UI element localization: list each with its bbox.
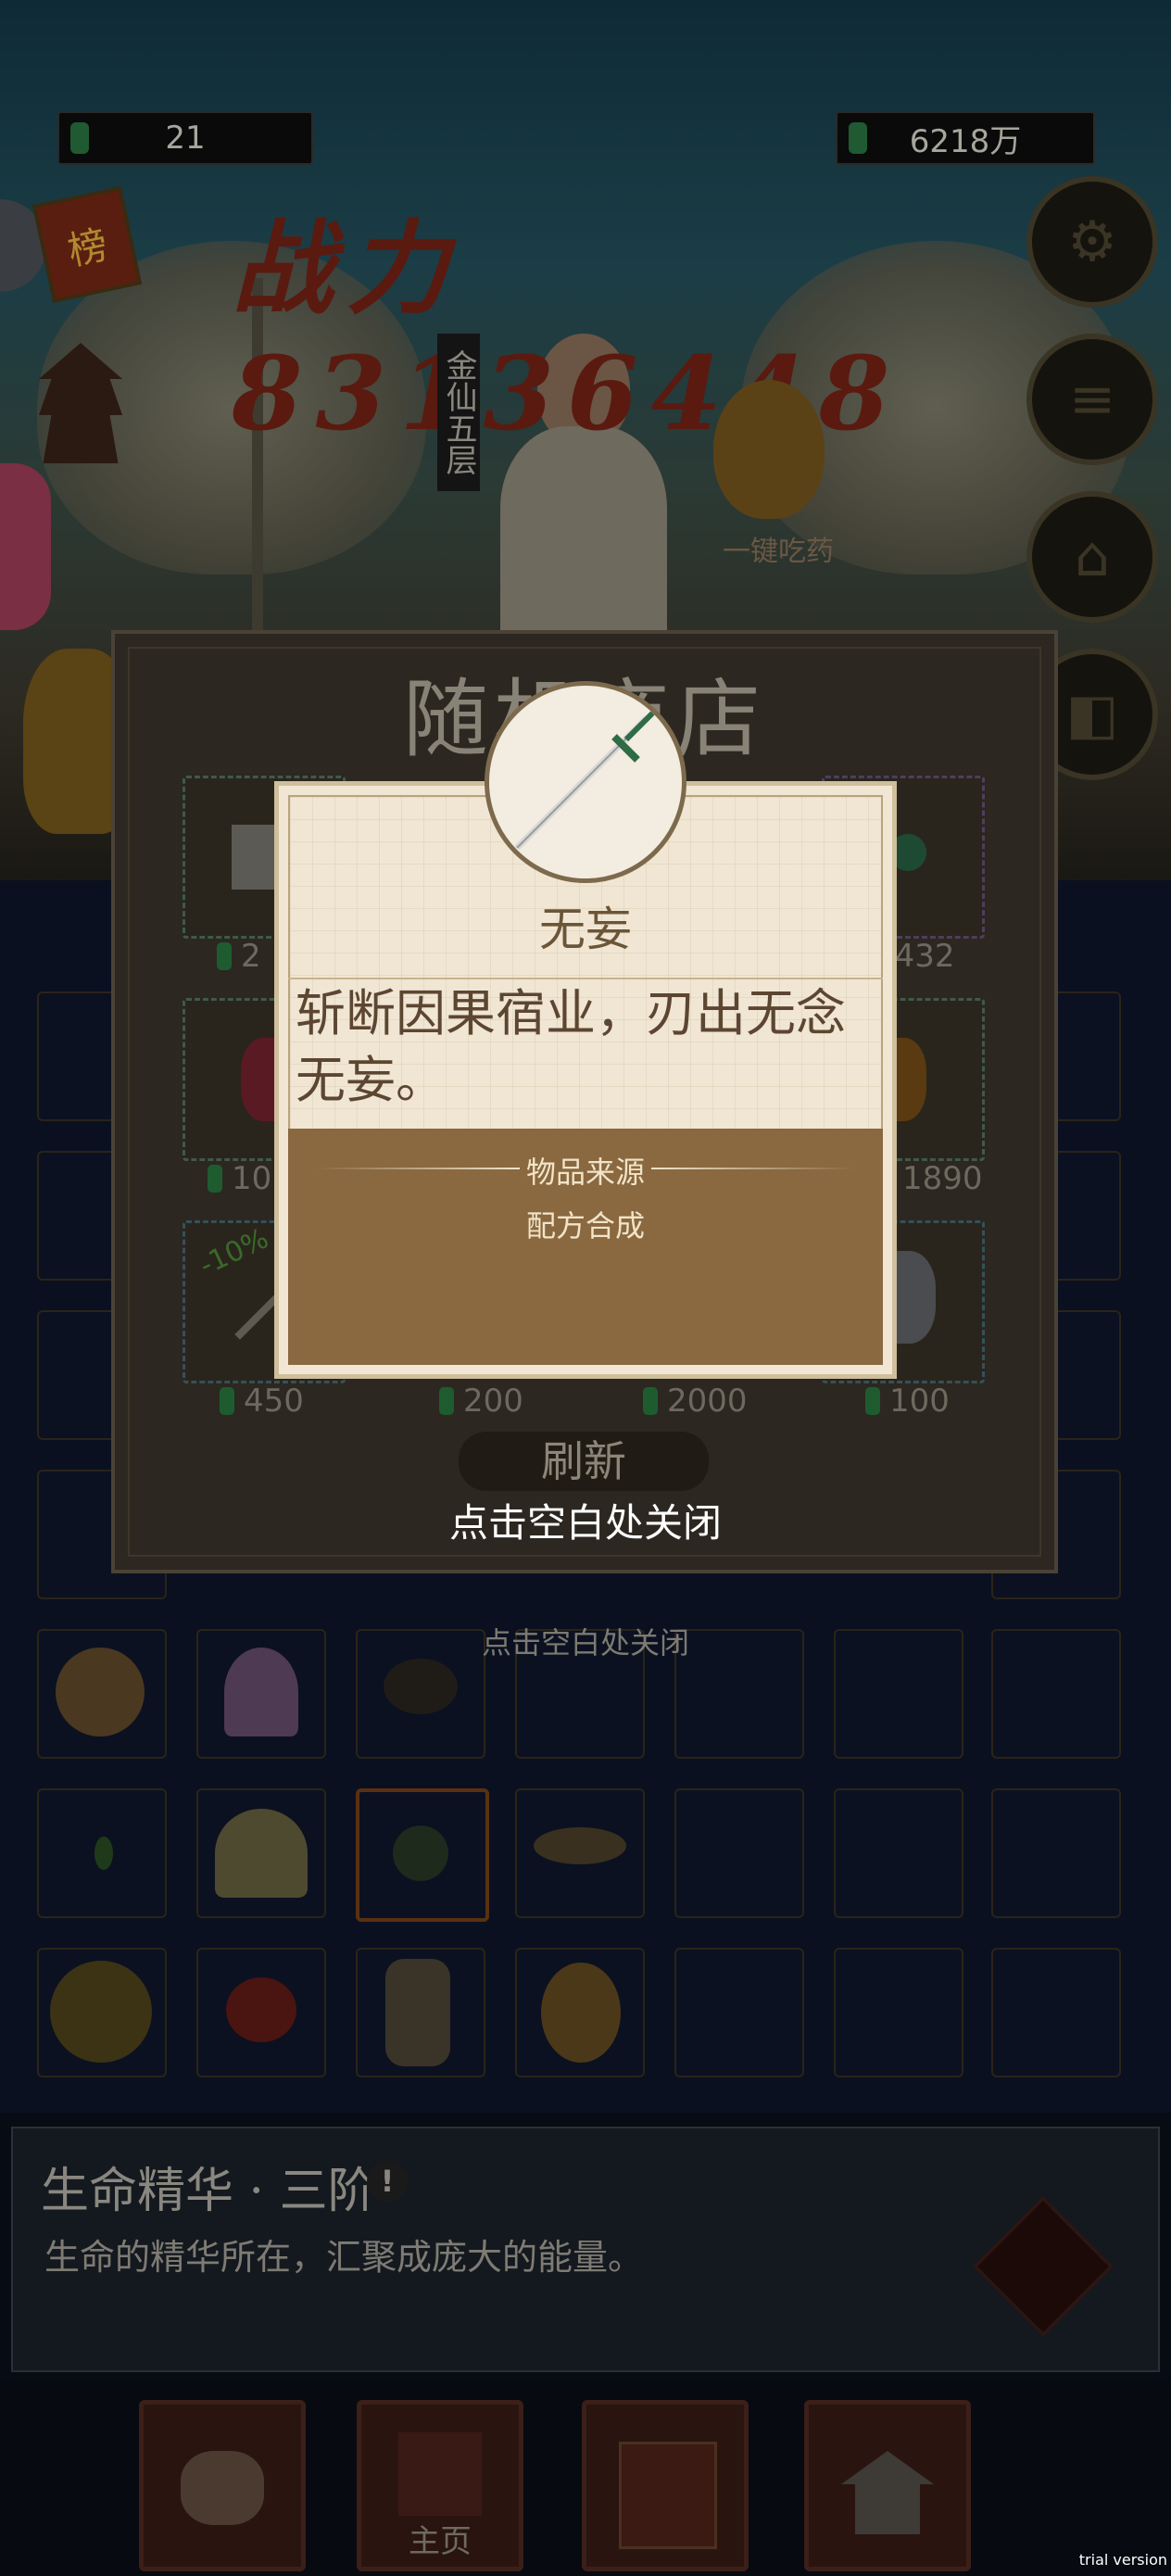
shop-price: 2 (217, 938, 261, 975)
currency-gem-icon (849, 122, 867, 154)
item-medallion (485, 681, 686, 883)
trial-watermark: trial version (1078, 2551, 1167, 2569)
auto-potion-label[interactable]: 一键吃药 (723, 528, 834, 569)
shop-close-hint[interactable]: 点击空白处关闭 (0, 1492, 1171, 1548)
name-divider (288, 978, 883, 979)
currency-counter: 6218万 (836, 111, 1095, 165)
inventory-slot[interactable] (356, 1948, 485, 2077)
book-icon (619, 2442, 717, 2549)
shop-price: 10 (208, 1160, 271, 1197)
price-value: 10 (232, 1160, 272, 1197)
nav-home[interactable]: 主页 (357, 2400, 523, 2571)
nav-scroll[interactable] (139, 2400, 306, 2571)
inventory-slot[interactable] (834, 1788, 963, 1918)
discard-icon[interactable] (972, 2195, 1114, 2338)
jade-icon (865, 1387, 880, 1415)
item-info-panel: 生命精华 · 三阶 ! 生命的精华所在，汇聚成庞大的能量。 (11, 2127, 1160, 2372)
price-value: 2000 (667, 1383, 748, 1420)
shop-price: 100 (865, 1383, 950, 1420)
info-title: 生命精华 · 三阶 (41, 2164, 376, 2219)
gourd-icon[interactable] (713, 380, 825, 519)
inventory-slot[interactable] (991, 1788, 1121, 1918)
shop-price: 200 (439, 1383, 523, 1420)
item-name: 无妄 (539, 903, 632, 956)
inventory-slot-selected[interactable] (356, 1788, 489, 1922)
outer-close-hint[interactable]: 点击空白处关闭 (0, 1620, 1171, 1662)
source-value: 配方合成 (525, 1208, 645, 1244)
price-value: 200 (463, 1383, 523, 1420)
jade-icon (217, 942, 232, 970)
jade-icon (643, 1387, 658, 1415)
pavilion-icon (841, 2451, 934, 2534)
discount-tag: -10% (195, 1222, 274, 1282)
inventory-slot[interactable] (834, 1948, 963, 2077)
price-value: 100 (889, 1383, 950, 1420)
shop-price: 450 (220, 1383, 304, 1420)
inventory-slot[interactable] (674, 1788, 804, 1918)
bottom-nav: 主页 (0, 2381, 1171, 2576)
jade-icon (208, 1165, 222, 1193)
info-description: 生命的精华所在，汇聚成庞大的能量。 (44, 2237, 644, 2278)
inventory-slot[interactable] (37, 1788, 167, 1918)
shop-price: 2000 (643, 1383, 748, 1420)
jade-icon (439, 1387, 454, 1415)
jade-count-value: 21 (165, 120, 206, 157)
price-value: 450 (244, 1383, 304, 1420)
jade-counter: 21 (57, 111, 313, 165)
shop-price: 1890 (902, 1160, 983, 1197)
nav-book[interactable] (582, 2400, 749, 2571)
inventory-slot[interactable] (515, 1788, 645, 1918)
nav-home-label: 主页 (409, 2523, 472, 2560)
price-value: 1890 (902, 1160, 983, 1197)
inventory-slot[interactable] (196, 1948, 326, 2077)
inventory-slot[interactable] (674, 1948, 804, 2077)
event-button[interactable] (0, 463, 51, 630)
inventory-slot[interactable] (515, 1948, 645, 2077)
scroll-icon (181, 2451, 264, 2525)
realm-label-text: 金仙五层 (440, 349, 477, 475)
refresh-button[interactable]: 刷新 (459, 1432, 709, 1491)
gear-icon[interactable]: ⚙ (1026, 176, 1158, 308)
inventory-slot[interactable] (37, 1948, 167, 2077)
gate-icon (398, 2432, 482, 2516)
info-icon[interactable]: ! (367, 2161, 408, 2202)
inventory-slot[interactable] (196, 1788, 326, 1918)
price-value: 2 (241, 938, 261, 975)
nav-pavilion[interactable] (804, 2400, 971, 2571)
ranking-badge-label: 榜 (63, 221, 112, 274)
realm-label: 金仙五层 (437, 334, 480, 491)
item-source-section: 物品来源 配方合成 (288, 1129, 883, 1365)
source-title: 物品来源 (525, 1155, 645, 1190)
notice-board-icon[interactable]: ≡ (1026, 334, 1158, 465)
currency-value: 6218万 (909, 122, 1022, 160)
sword-icon (514, 704, 661, 851)
jade-icon (220, 1387, 234, 1415)
shop-stall-icon[interactable]: ⌂ (1026, 491, 1158, 623)
item-description: 斩断因果宿业，刃出无念无妄。 (296, 984, 846, 1109)
inventory-slot[interactable] (991, 1948, 1121, 2077)
jade-icon (70, 122, 89, 154)
